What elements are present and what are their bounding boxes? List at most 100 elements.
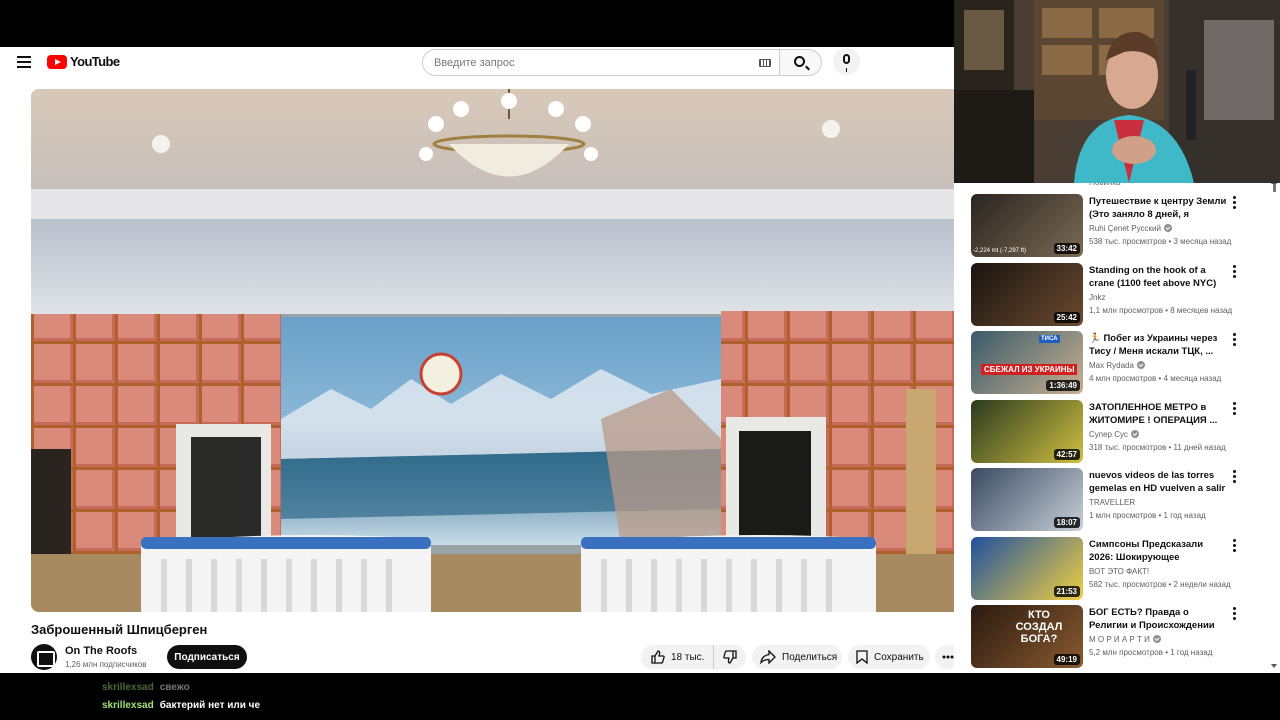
dislike-button[interactable] xyxy=(714,645,746,669)
recommended-video-title[interactable]: Standing on the hook of a crane (1100 fe… xyxy=(1089,264,1229,290)
upload-age: 1 год назад xyxy=(1170,648,1213,657)
video-thumbnail[interactable]: -2,224 mt (-7,297 ft) 33:42 xyxy=(971,194,1083,257)
video-duration: 42:57 xyxy=(1053,449,1080,460)
chat-username: skrillexsad xyxy=(102,700,154,711)
chat-text: свежо xyxy=(159,682,190,693)
video-duration: 21:53 xyxy=(1053,586,1080,597)
recommended-channel-name: Ruhi Çenet Русский xyxy=(1089,224,1161,233)
recommended-video-meta: 318 тыс. просмотров • 11 дней назад xyxy=(1089,443,1226,452)
recommended-channel[interactable]: Jnkz xyxy=(1089,293,1105,302)
hamburger-menu-icon[interactable] xyxy=(17,56,31,68)
recommended-video-title[interactable]: БОГ ЕСТЬ? Правда о Религии и Происхожден… xyxy=(1089,606,1229,633)
recommended-channel[interactable]: TRAVELLER xyxy=(1089,498,1135,507)
recommended-channel-name: ВОТ ЭТО ФАКТ! xyxy=(1089,567,1150,576)
more-options-icon[interactable] xyxy=(1233,333,1237,347)
upload-age: 3 месяца назад xyxy=(1173,237,1232,246)
thumbnail-tag: ТИСА xyxy=(1039,335,1060,343)
like-button[interactable]: 18 тыс. xyxy=(641,645,714,669)
verified-badge-icon xyxy=(1130,430,1139,438)
video-thumbnail[interactable]: СБЕЖАЛ ИЗ УКРАИНЫ ТИСА 1:36:49 xyxy=(971,331,1083,394)
voice-search-button[interactable] xyxy=(833,48,860,75)
keyboard-icon[interactable] xyxy=(759,59,771,67)
verified-badge-icon xyxy=(1136,361,1145,369)
view-count: 1 млн просмотров xyxy=(1089,511,1157,520)
more-options-icon[interactable] xyxy=(1233,196,1237,210)
video-duration: 33:42 xyxy=(1053,243,1080,254)
recommended-video-title[interactable]: Симпсоны Предсказали 2026: Шокирующее От… xyxy=(1089,538,1229,565)
recommended-video-title[interactable]: 🏃 Побег из Украины через Тису / Меня иск… xyxy=(1089,332,1229,358)
like-dislike-group: 18 тыс. xyxy=(641,645,746,669)
video-thumbnail[interactable]: 25:42 xyxy=(971,263,1083,326)
recommended-channel-name: Max Rydada xyxy=(1089,361,1134,370)
microphone-icon xyxy=(843,54,850,72)
recommended-video-title[interactable]: Путешествие к центру Земли (Это заняло 8… xyxy=(1089,195,1229,222)
view-count: 5,2 млн просмотров xyxy=(1089,648,1163,657)
recommended-video[interactable]: КТО СОЗДАЛ БОГА? 49:19 БОГ ЕСТЬ? Правда о … xyxy=(971,605,1271,669)
stream-top-bar xyxy=(0,0,954,47)
share-icon xyxy=(760,650,776,664)
recommended-channel[interactable]: Max Rydada xyxy=(1089,361,1145,370)
subscribe-button[interactable]: Подписаться xyxy=(167,645,247,669)
recommended-video[interactable]: -2,224 mt (-7,297 ft) 33:42 Путешествие к … xyxy=(971,194,1271,258)
thumbnail-caption: -2,224 mt (-7,297 ft) xyxy=(973,248,1027,254)
scroll-down-arrow-icon[interactable] xyxy=(1271,664,1277,668)
upload-age: 11 дней назад xyxy=(1173,443,1226,452)
more-options-icon[interactable] xyxy=(1233,539,1237,553)
video-title: Заброшенный Шпицберген xyxy=(31,622,208,637)
sidebar-scrollbar-thumb[interactable] xyxy=(1273,184,1276,192)
more-options-icon[interactable] xyxy=(1233,265,1237,279)
search-input[interactable] xyxy=(434,56,754,69)
video-thumbnail[interactable]: 18:07 xyxy=(971,468,1083,531)
webcam-frame xyxy=(954,0,1280,183)
recommended-video-meta: 538 тыс. просмотров • 3 месяца назад xyxy=(1089,237,1231,246)
chat-message: skrillexsad бактерий нет или че xyxy=(102,700,260,711)
verified-badge-icon xyxy=(1152,635,1161,643)
recommended-channel[interactable]: Супер Сус xyxy=(1089,430,1139,439)
recommended-video-title[interactable]: ЗАТОПЛЕННОЕ МЕТРО в ЖИТОМИРЕ ! ОПЕРАЦИЯ … xyxy=(1089,401,1229,427)
video-thumbnail[interactable]: КТО СОЗДАЛ БОГА? 49:19 xyxy=(971,605,1083,668)
channel-avatar[interactable] xyxy=(31,644,57,670)
more-options-icon[interactable] xyxy=(1233,470,1237,484)
video-duration: 1:36:49 xyxy=(1046,380,1080,391)
search-box[interactable] xyxy=(422,49,780,76)
youtube-logo[interactable]: YouTube xyxy=(47,54,120,69)
view-count: 582 тыс. просмотров xyxy=(1089,580,1167,589)
recommended-channel[interactable]: М О Р И А Р Т И xyxy=(1089,635,1161,644)
meta-separator: • xyxy=(1166,443,1174,452)
recommended-video[interactable]: 25:42 Standing on the hook of a crane (11… xyxy=(971,263,1271,327)
verified-badge-icon xyxy=(1163,224,1172,232)
search-icon xyxy=(794,56,805,67)
meta-separator: • xyxy=(1166,580,1174,589)
stream-chat: skrillexsad свежо skrillexsad бактерий нет… xyxy=(0,673,1280,720)
recommended-video[interactable]: 18:07 nuevos videos de las torres gemelas… xyxy=(971,468,1271,532)
search-button[interactable] xyxy=(780,49,822,76)
recommended-channel-name: Jnkz xyxy=(1089,293,1106,302)
video-player[interactable] xyxy=(31,89,961,612)
recommended-video[interactable]: СБЕЖАЛ ИЗ УКРАИНЫ ТИСА 1:36:49 🏃 Побег из У… xyxy=(971,331,1271,395)
recommended-video[interactable]: 42:57 ЗАТОПЛЕННОЕ МЕТРО в ЖИТОМИРЕ ! ОПЕР… xyxy=(971,400,1271,464)
view-count: 318 тыс. просмотров xyxy=(1089,443,1167,452)
share-button[interactable]: Поделиться xyxy=(752,645,842,669)
upload-age: 2 недели назад xyxy=(1173,580,1231,589)
recommended-video[interactable]: 21:53 Симпсоны Предсказали 2026: Шокирующ… xyxy=(971,537,1271,601)
chat-message: skrillexsad свежо xyxy=(102,682,190,693)
recommended-channel-name: М О Р И А Р Т И xyxy=(1089,635,1150,644)
more-options-icon[interactable] xyxy=(1233,607,1237,621)
video-thumbnail[interactable]: 21:53 xyxy=(971,537,1083,600)
save-button[interactable]: Сохранить xyxy=(848,645,930,669)
logo-text: YouTube xyxy=(70,54,120,69)
channel-name[interactable]: On The Roofs xyxy=(65,645,137,657)
recommended-video-meta: 582 тыс. просмотров • 2 недели назад xyxy=(1089,580,1231,589)
upload-age: 1 год назад xyxy=(1163,511,1206,520)
video-thumbnail[interactable]: 42:57 xyxy=(971,400,1083,463)
recommended-video-title[interactable]: nuevos videos de las torres gemelas en H… xyxy=(1089,469,1229,496)
recommended-video-meta: 4 млн просмотров • 4 месяца назад xyxy=(1089,374,1221,383)
more-horizontal-icon xyxy=(942,655,953,659)
streamer-webcam xyxy=(954,0,1280,183)
share-label: Поделиться xyxy=(782,651,838,663)
thumbs-down-icon xyxy=(723,650,737,664)
recommended-channel[interactable]: ВОТ ЭТО ФАКТ! xyxy=(1089,567,1149,576)
more-options-icon[interactable] xyxy=(1233,402,1237,416)
recommended-channel[interactable]: Ruhi Çenet Русский xyxy=(1089,224,1172,233)
video-duration: 25:42 xyxy=(1053,312,1080,323)
